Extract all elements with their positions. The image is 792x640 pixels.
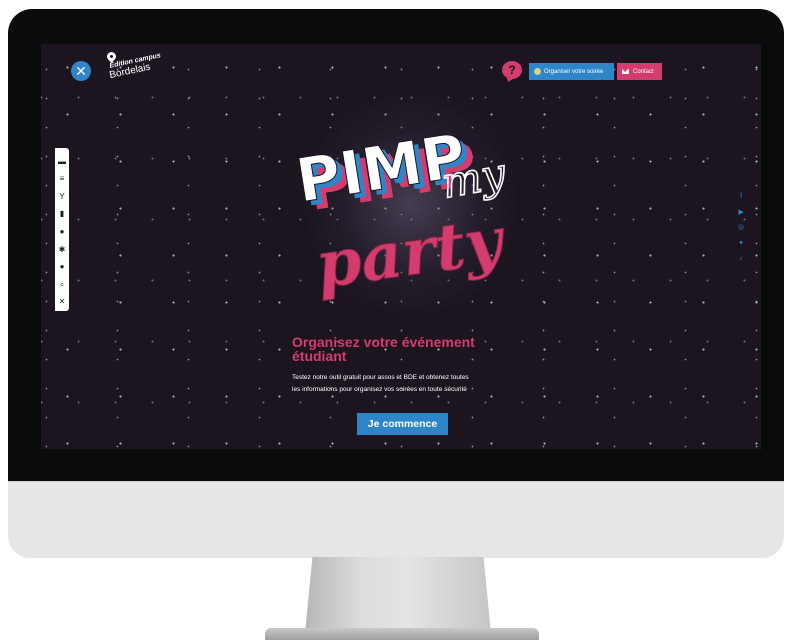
headline-line2: étudiant [292, 348, 347, 364]
close-icon: ✕ [75, 63, 87, 79]
broom-icon[interactable]: ⌕ [57, 276, 67, 294]
list-edit-icon[interactable]: ≡ [57, 171, 67, 189]
tools-icon[interactable]: ✕ [57, 294, 67, 312]
close-button[interactable]: ✕ [71, 61, 91, 81]
description-line2: les informations pour organisez vos soir… [292, 386, 467, 393]
gear-icon[interactable]: ✱ [57, 241, 67, 259]
tiktok-icon[interactable]: ♪ [739, 253, 743, 265]
monitor-base [265, 628, 539, 640]
lightbulb-icon [535, 69, 540, 74]
pimp-my-party-logo: PIMP PIMP PIMP my party [291, 121, 511, 304]
page-headline: Organisez votre événement étudiant [292, 335, 532, 363]
page-description: Testez notre outil gratuit pour assos et… [292, 372, 542, 396]
description-line1: Testez notre outil gratuit pour assos et… [292, 374, 469, 381]
social-links: f ▶ ◎ ✦ ♪ [738, 191, 744, 265]
palette-icon[interactable]: ● [57, 223, 67, 241]
info-icon[interactable]: ● [57, 258, 67, 276]
organise-party-label: Organiser votre soirée [544, 68, 604, 75]
youtube-icon[interactable]: ▶ [738, 207, 743, 219]
monitor-stand [305, 557, 491, 633]
website-screen: ✕ Edition campus Bordelais ? Organiser v… [41, 44, 761, 449]
contact-button[interactable]: Contact [617, 63, 662, 80]
organise-party-button[interactable]: Organiser votre soirée [529, 63, 614, 80]
start-button[interactable]: Je commence [357, 413, 448, 435]
help-chat-icon[interactable]: ? [502, 61, 522, 79]
folder-icon[interactable]: ▬ [57, 153, 67, 171]
help-glyph: ? [508, 63, 516, 77]
cocktail-icon[interactable]: Y [57, 188, 67, 206]
facebook-icon[interactable]: f [740, 191, 742, 203]
bottle-icon[interactable]: ▮ [57, 206, 67, 224]
monitor-chin [8, 481, 784, 558]
twitter-icon[interactable]: ✦ [738, 238, 744, 250]
instagram-icon[interactable]: ◎ [738, 222, 744, 234]
mail-icon [622, 69, 629, 74]
logo-my-word: my [438, 148, 510, 208]
contact-label: Contact [633, 68, 654, 75]
left-toolbar: ▬ ≡ Y ▮ ● ✱ ● ⌕ ✕ [55, 148, 69, 311]
